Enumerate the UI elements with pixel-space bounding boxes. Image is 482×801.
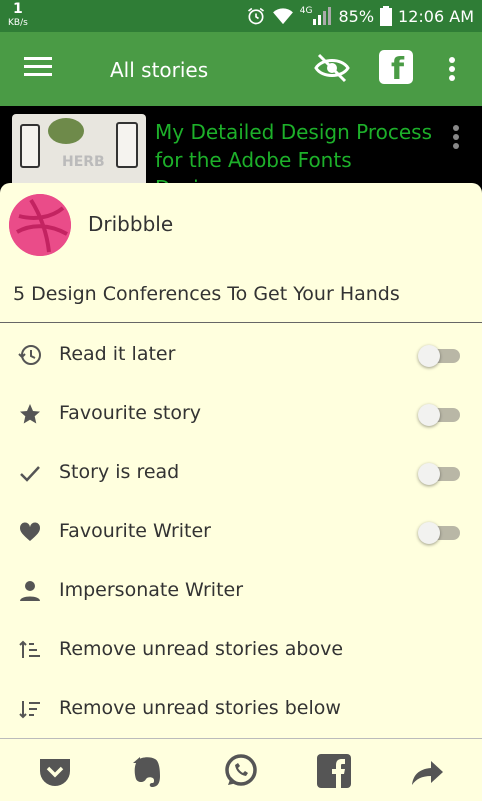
person-icon: [20, 581, 40, 601]
wifi-icon: [272, 8, 293, 25]
star-icon: [20, 404, 40, 424]
favourite-story-toggle[interactable]: [418, 404, 460, 426]
menu-item-remove-above[interactable]: Remove unread stories above: [0, 622, 482, 678]
facebook-icon: f: [391, 52, 405, 87]
story-thumbnail: HERB: [12, 114, 146, 190]
read-later-toggle[interactable]: [418, 345, 460, 367]
check-icon: [20, 466, 40, 482]
facebook-icon[interactable]: [316, 753, 352, 789]
menu-item-label: Favourite Writer: [59, 520, 211, 542]
menu-item-read-later[interactable]: Read it later: [0, 327, 482, 383]
page-title: All stories: [110, 58, 209, 82]
network-speed-unit: KB/s: [8, 18, 28, 28]
alarm-icon: [247, 7, 264, 25]
share-icon[interactable]: [410, 753, 446, 789]
menu-item-label: Remove unread stories above: [59, 638, 344, 660]
menu-item-impersonate-writer[interactable]: Impersonate Writer: [0, 563, 482, 619]
sort-descending-icon: [19, 701, 40, 719]
share-bar: [0, 738, 482, 801]
menu-item-label: Impersonate Writer: [59, 579, 244, 601]
network-speed: 1 KB/s: [8, 2, 28, 30]
menu-item-label: Story is read: [59, 461, 180, 483]
menu-item-favourite-story[interactable]: Favourite story: [0, 386, 482, 442]
signal-icon: [313, 7, 332, 25]
menu-item-remove-below[interactable]: Remove unread stories below: [0, 681, 482, 737]
heart-icon: [19, 522, 41, 541]
story-title: 5 Design Conferences To Get Your Hands: [13, 283, 400, 305]
network-speed-value: 1: [13, 1, 23, 17]
story-read-toggle[interactable]: [418, 463, 460, 485]
more-vert-icon[interactable]: [448, 56, 456, 82]
status-bar: 1 KB/s 4G 85% 12:06 AM: [0, 0, 482, 32]
menu-icon[interactable]: [24, 56, 52, 78]
menu-item-label: Remove unread stories below: [59, 697, 341, 719]
source-name: Dribbble: [88, 212, 174, 236]
battery-icon: [380, 6, 393, 26]
divider: [0, 322, 482, 323]
menu-item-story-read[interactable]: Story is read: [0, 445, 482, 501]
dribbble-avatar: [9, 194, 71, 256]
facebook-button[interactable]: f: [379, 50, 413, 87]
sort-ascending-icon: [19, 640, 40, 658]
story-options-sheet: Dribbble 5 Design Conferences To Get You…: [0, 183, 482, 800]
whatsapp-icon[interactable]: [223, 753, 259, 789]
battery-percent: 85%: [338, 6, 375, 26]
history-icon: [18, 345, 41, 365]
clock: 12:06 AM: [398, 6, 474, 26]
network-type-label: 4G: [299, 6, 313, 16]
story-more-icon[interactable]: [452, 124, 460, 150]
evernote-icon[interactable]: [129, 753, 165, 789]
visibility-off-icon[interactable]: [314, 52, 350, 84]
menu-item-favourite-writer[interactable]: Favourite Writer: [0, 504, 482, 560]
pocket-icon[interactable]: [37, 753, 73, 789]
menu-item-label: Favourite story: [59, 402, 202, 424]
menu-item-label: Read it later: [59, 343, 176, 365]
app-bar: All stories f: [0, 32, 482, 106]
favourite-writer-toggle[interactable]: [418, 522, 460, 544]
